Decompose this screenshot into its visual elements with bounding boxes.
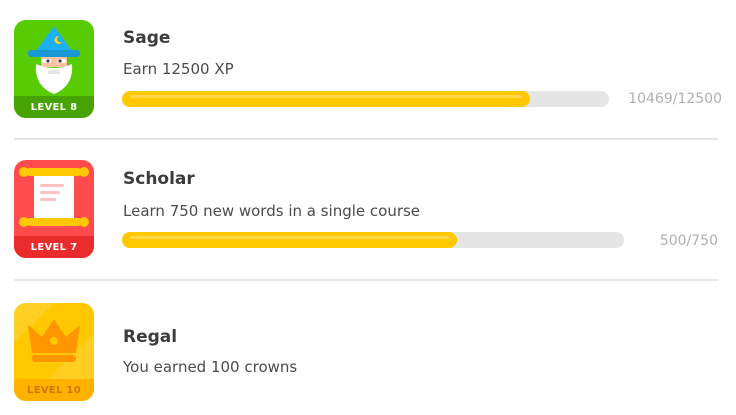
- progress-fill-sage: [122, 91, 530, 107]
- achievement-title-scholar: Scholar: [123, 169, 195, 189]
- progress-track-sage: [122, 91, 609, 107]
- wizard-icon: [28, 26, 80, 94]
- achievement-row-regal[interactable]: LEVEL 10 Regal You earned 100 crowns: [0, 281, 736, 415]
- badge-level-scholar: LEVEL 7: [30, 242, 78, 253]
- badge-scholar: LEVEL 7: [14, 160, 94, 258]
- badge-regal: LEVEL 10: [14, 303, 94, 401]
- progress-text-scholar: 500/750: [659, 233, 718, 249]
- achievement-desc-regal: You earned 100 crowns: [123, 358, 298, 376]
- badge-level-sage: LEVEL 8: [30, 102, 78, 113]
- achievement-title-sage: Sage: [123, 28, 171, 48]
- achievement-desc-scholar: Learn 750 new words in a single course: [123, 202, 421, 220]
- crown-icon: [14, 303, 94, 383]
- badge-sage: LEVEL 8: [14, 20, 94, 118]
- achievement-title-regal: Regal: [123, 327, 178, 347]
- scroll-icon: [19, 167, 89, 227]
- progress-track-scholar: [122, 232, 624, 248]
- progress-fill-scholar: [122, 232, 457, 248]
- achievement-row-sage[interactable]: LEVEL 8 Sage Earn 12500 XP 10469/12500: [0, 0, 736, 140]
- achievement-row-scholar[interactable]: LEVEL 7 Scholar Learn 750 new words in a…: [0, 140, 736, 280]
- badge-level-regal: LEVEL 10: [27, 385, 81, 396]
- achievement-desc-sage: Earn 12500 XP: [123, 60, 234, 78]
- progress-text-sage: 10469/12500: [628, 91, 722, 107]
